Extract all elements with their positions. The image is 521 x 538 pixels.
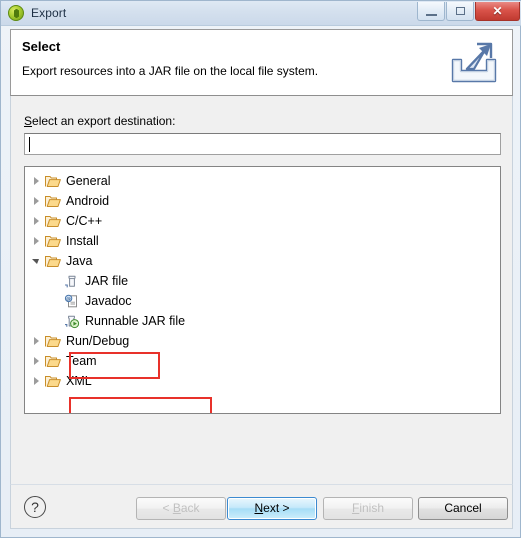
destination-filter-input[interactable] <box>24 133 501 155</box>
tree-item-label: Run/Debug <box>66 333 130 348</box>
wizard-body: Select an export destination: General And… <box>10 96 513 484</box>
back-button-prefix: < <box>162 501 173 515</box>
tree-item-label: Team <box>66 353 97 368</box>
window-title: Export <box>31 6 67 20</box>
tree-item-javadoc[interactable]: @ Javadoc <box>29 291 500 311</box>
close-icon: ✕ <box>492 4 503 18</box>
window-controls: ✕ <box>416 2 520 21</box>
export-destination-tree[interactable]: General Android C/C++ Install Java JAR file @ J… <box>24 166 501 414</box>
maximize-button[interactable] <box>446 2 474 21</box>
collapsed-arrow-icon[interactable] <box>29 351 45 371</box>
finish-button-label: inish <box>359 501 385 515</box>
back-button-label: ack <box>180 501 200 515</box>
next-button-mnemonic: N <box>254 501 264 515</box>
tree-item-jar-file[interactable]: JAR file <box>29 271 500 291</box>
export-wizard-icon <box>451 42 497 83</box>
javadoc-icon: @ <box>64 294 80 309</box>
folder-icon <box>45 374 61 388</box>
cancel-button-label: Cancel <box>444 501 482 515</box>
collapsed-arrow-icon[interactable] <box>29 171 45 191</box>
collapsed-arrow-icon[interactable] <box>29 191 45 211</box>
back-button-mnemonic: B <box>172 501 181 515</box>
cancel-button[interactable]: Cancel <box>418 497 508 520</box>
tree-item-c-c[interactable]: C/C++ <box>29 211 500 231</box>
folder-icon <box>45 334 61 348</box>
svg-text:@: @ <box>66 296 71 302</box>
tree-item-general[interactable]: General <box>29 171 500 191</box>
next-button[interactable]: Next > <box>227 497 317 520</box>
tree-item-label: Android <box>66 193 110 208</box>
collapsed-arrow-icon[interactable] <box>29 371 45 391</box>
tree-item-java[interactable]: Java <box>29 251 500 271</box>
expanded-arrow-icon[interactable] <box>29 251 45 271</box>
folder-icon <box>45 234 61 248</box>
annotation-box-runnable-jar-file <box>69 397 212 413</box>
jar-file-icon <box>64 274 80 289</box>
page-title: Select <box>22 39 61 54</box>
tree-item-xml[interactable]: XML <box>29 371 500 391</box>
page-description: Export resources into a JAR file on the … <box>22 64 319 78</box>
tree-item-runnable-jar-file[interactable]: Runnable JAR file <box>29 311 500 331</box>
tree-item-label: General <box>66 173 111 188</box>
destination-label-text: elect an export destination: <box>32 114 176 128</box>
tree-item-label: Java <box>66 253 93 268</box>
tree-item-label: C/C++ <box>66 213 103 228</box>
tree-item-team[interactable]: Team <box>29 351 500 371</box>
collapsed-arrow-icon[interactable] <box>29 331 45 351</box>
folder-icon <box>45 174 61 188</box>
folder-icon <box>45 214 61 228</box>
finish-button[interactable]: Finish <box>323 497 413 520</box>
tree-item-label: Runnable JAR file <box>85 313 186 328</box>
tree-item-label: Install <box>66 233 99 248</box>
tree-item-label: JAR file <box>85 273 129 288</box>
runnable-jar-file-icon <box>64 314 80 329</box>
tree-item-android[interactable]: Android <box>29 191 500 211</box>
help-icon[interactable]: ? <box>24 496 46 518</box>
folder-icon <box>45 194 61 208</box>
eclipse-ball-icon <box>8 5 24 21</box>
destination-label: Select an export destination: <box>24 114 175 128</box>
tree-item-label: Javadoc <box>85 293 132 308</box>
close-button[interactable]: ✕ <box>475 2 520 21</box>
collapsed-arrow-icon[interactable] <box>29 211 45 231</box>
next-button-label: ext > <box>263 501 290 515</box>
minimize-button[interactable] <box>417 2 445 21</box>
wizard-footer: ? < Back Next > Finish Cancel <box>10 484 513 529</box>
folder-icon <box>45 354 61 368</box>
tree-item-install[interactable]: Install <box>29 231 500 251</box>
destination-label-mnemonic: S <box>24 114 33 128</box>
collapsed-arrow-icon[interactable] <box>29 231 45 251</box>
folder-icon <box>45 254 61 268</box>
back-button[interactable]: < Back <box>136 497 226 520</box>
tree-item-label: XML <box>66 373 92 388</box>
export-dialog-window: Export ✕ Select Export resources into a … <box>0 0 521 538</box>
wizard-header: Select Export resources into a JAR file … <box>10 29 513 96</box>
title-bar: Export ✕ <box>1 1 521 26</box>
text-caret <box>29 137 30 152</box>
tree-item-run-debug[interactable]: Run/Debug <box>29 331 500 351</box>
